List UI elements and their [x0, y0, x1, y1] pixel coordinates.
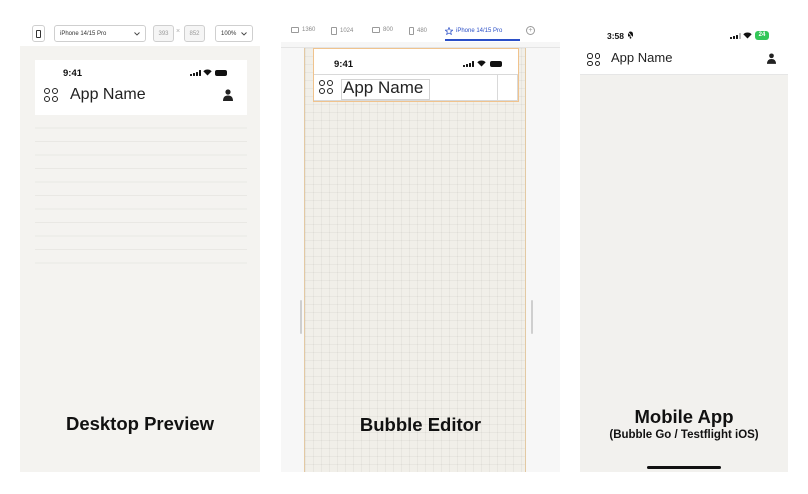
tablet-landscape-icon	[372, 27, 380, 33]
breakpoint-label: 800	[383, 27, 394, 33]
editor-canvas: Bubble Editor	[281, 48, 560, 472]
battery-icon	[490, 61, 502, 67]
breakpoint-tab-iphone[interactable]: iPhone 14/15 Pro	[445, 27, 502, 35]
mobile-app-panel: 3:58 24 App Name Mobile App (Bubble Go /…	[580, 22, 788, 472]
wifi-icon	[477, 60, 486, 67]
height-value: 852	[189, 30, 200, 37]
plus-circle-icon[interactable]: +	[526, 26, 535, 35]
app-name-title: App Name	[70, 86, 146, 103]
breakpoint-label: iPhone 14/15 Pro	[456, 28, 503, 34]
preview-canvas: 9:41 App Name Desktop Preview	[20, 46, 260, 472]
panel-caption: Desktop Preview	[65, 413, 215, 434]
resize-handle-right[interactable]	[531, 300, 533, 334]
dimension-separator: ×	[176, 28, 181, 35]
breakpoint-tab-1360[interactable]: 1360	[291, 27, 315, 33]
wifi-icon	[743, 32, 752, 39]
phone-icon	[409, 27, 414, 35]
breakpoint-label: 1024	[340, 28, 354, 34]
battery-level: 24	[758, 32, 766, 38]
user-icon-element[interactable]	[497, 74, 518, 101]
menu-grid-icon[interactable]	[587, 53, 600, 66]
device-toggle-button[interactable]	[32, 25, 45, 42]
comparison-screenshot: iPhone 14/15 Pro 393 × 852 100% 9:41 App…	[0, 0, 808, 494]
device-select[interactable]: iPhone 14/15 Pro	[54, 25, 146, 42]
app-name-title: App Name	[343, 78, 424, 97]
bubble-editor-panel: 1360 1024 800 480 iPhone 14/15 Pro + Bub…	[281, 22, 560, 472]
status-time: 9:41	[63, 68, 83, 79]
resize-handle-left[interactable]	[300, 300, 302, 334]
bell-slash-icon	[627, 31, 634, 39]
panel-subcaption: (Bubble Go / Testflight iOS)	[609, 429, 759, 441]
chevron-down-icon	[241, 31, 247, 36]
breakpoint-tabs: 1360 1024 800 480 iPhone 14/15 Pro +	[281, 22, 560, 42]
active-tab-indicator	[445, 39, 520, 41]
content-placeholder-lines	[35, 115, 247, 265]
header-group-selected[interactable]: 9:41 App Name	[313, 48, 519, 102]
zoom-select[interactable]: 100%	[215, 25, 253, 42]
chevron-down-icon	[134, 31, 140, 36]
battery-icon	[215, 70, 227, 76]
breakpoint-tab-480[interactable]: 480	[409, 27, 427, 35]
height-input[interactable]: 852	[184, 25, 205, 42]
monitor-icon	[291, 27, 299, 33]
page-canvas	[304, 48, 526, 472]
signal-icon	[463, 61, 474, 67]
status-time: 3:58	[607, 31, 625, 41]
breakpoint-label: 1360	[302, 27, 316, 33]
preview-toolbar: iPhone 14/15 Pro 393 × 852 100%	[20, 22, 260, 46]
star-icon	[445, 27, 453, 35]
tablet-icon	[331, 27, 337, 35]
desktop-preview-panel: iPhone 14/15 Pro 393 × 852 100% 9:41 App…	[20, 22, 260, 472]
breakpoint-label: 480	[417, 28, 428, 34]
panel-caption: Bubble Editor	[359, 414, 482, 435]
device-select-label: iPhone 14/15 Pro	[60, 30, 107, 37]
phone-icon	[36, 29, 41, 38]
status-time: 9:41	[334, 59, 354, 70]
app-name-title: App Name	[611, 50, 673, 65]
user-icon[interactable]	[223, 89, 233, 101]
breakpoint-tab-800[interactable]: 800	[372, 27, 393, 33]
phone-header: 9:41 App Name	[35, 60, 247, 115]
menu-grid-icon[interactable]	[44, 88, 58, 102]
width-input[interactable]: 393	[153, 25, 174, 42]
battery-icon: 24	[755, 31, 769, 40]
mobile-header: 3:58 24 App Name	[580, 22, 788, 75]
menu-grid-icon[interactable]	[319, 80, 333, 94]
wifi-icon	[203, 69, 212, 76]
status-bar-element[interactable]: 9:41	[314, 49, 518, 74]
signal-icon	[730, 33, 741, 39]
user-icon[interactable]	[767, 53, 776, 64]
zoom-value: 100%	[221, 30, 237, 37]
breakpoint-tab-1024[interactable]: 1024	[331, 27, 353, 35]
home-indicator[interactable]	[647, 466, 721, 469]
signal-icon	[190, 70, 201, 76]
width-value: 393	[158, 30, 169, 37]
panel-caption: Mobile App	[634, 406, 734, 427]
